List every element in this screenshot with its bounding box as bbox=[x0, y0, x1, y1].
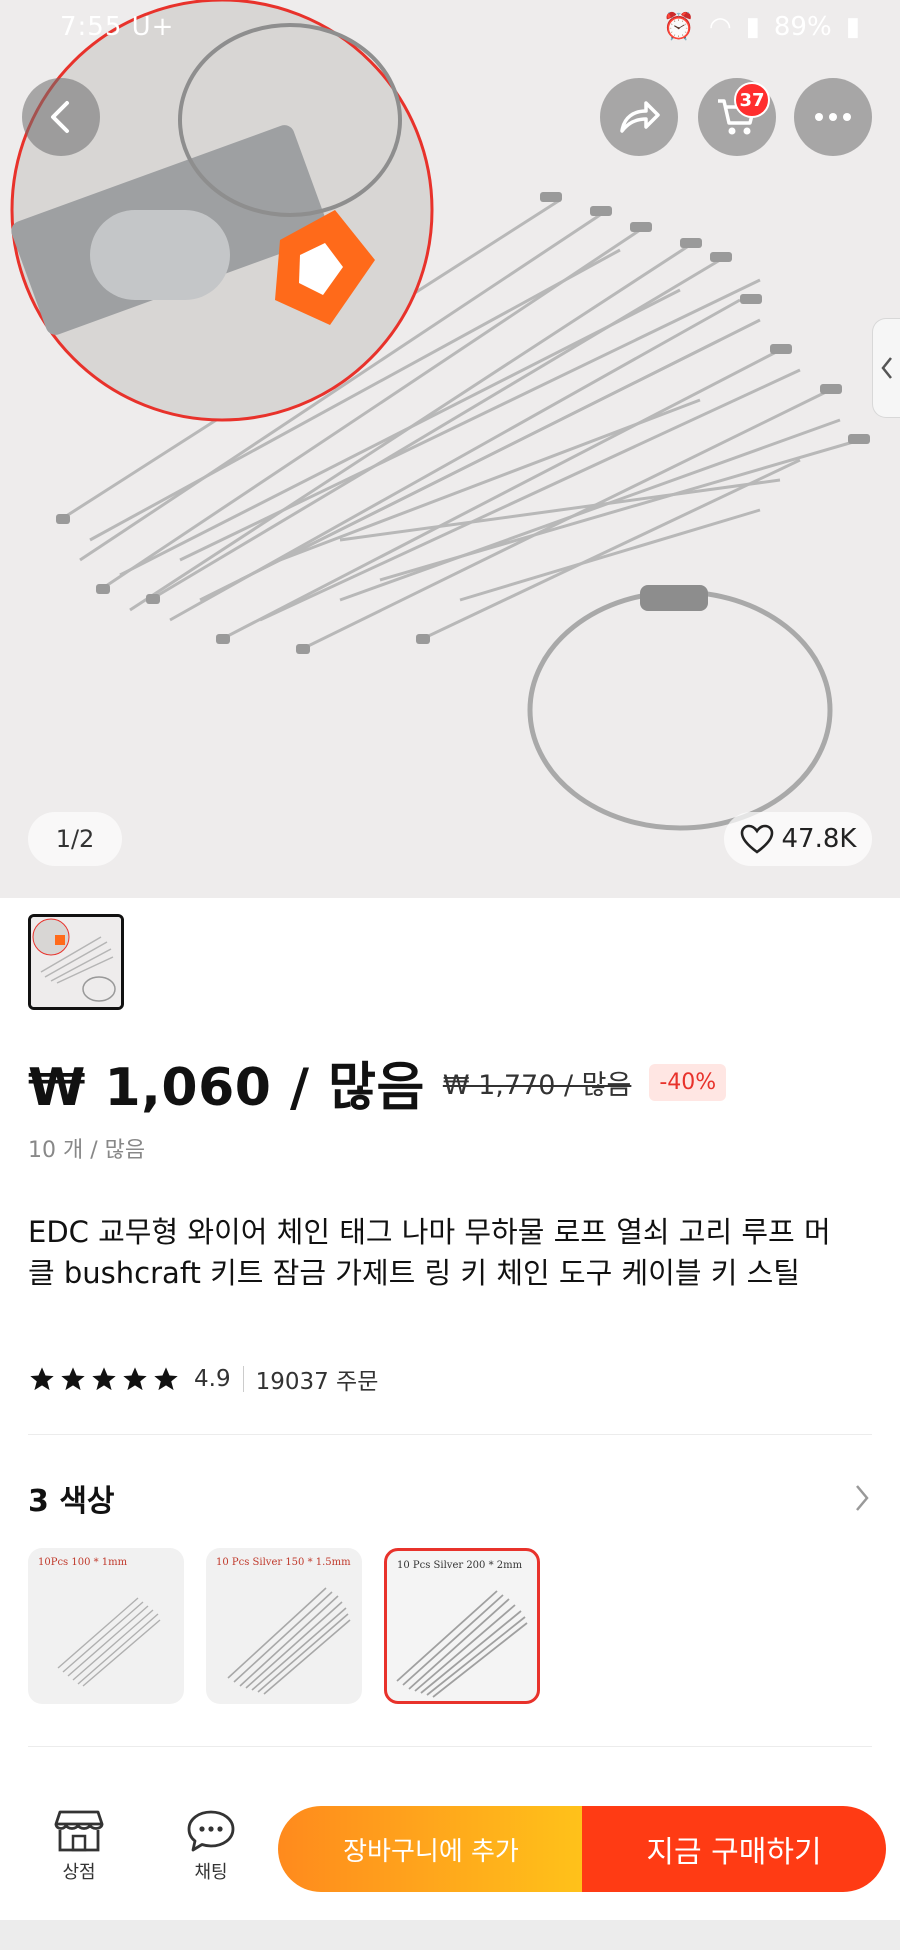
chat-button[interactable]: 채팅 bbox=[166, 1808, 256, 1884]
wishlist-count: 47.8K bbox=[781, 824, 857, 854]
section-divider bbox=[28, 1434, 872, 1435]
variant-option-1[interactable]: 10Pcs 100 * 1mm bbox=[28, 1548, 184, 1704]
product-title: EDC 교무형 와이어 체인 태그 나마 무하물 로프 열쇠 고리 루프 머클 … bbox=[28, 1215, 831, 1290]
status-bar: 7:55 U+ ⏰ ◠ ▮ 89% ▮ bbox=[0, 0, 900, 56]
cart-button[interactable]: 37 bbox=[698, 78, 776, 156]
chat-label: 채팅 bbox=[194, 1862, 228, 1883]
battery-level: 89% bbox=[773, 12, 832, 42]
back-icon bbox=[51, 101, 69, 133]
chevron-left-icon bbox=[880, 357, 892, 379]
side-panel-handle[interactable] bbox=[872, 318, 900, 418]
variant-list: 10Pcs 100 * 1mm 10 Pcs Silver 150 * 1.5m… bbox=[28, 1548, 540, 1704]
variant-image bbox=[57, 1597, 161, 1687]
store-button[interactable]: 상점 bbox=[34, 1808, 124, 1884]
store-label: 상점 bbox=[62, 1862, 96, 1883]
variant-image bbox=[227, 1587, 351, 1695]
unit-note: 10 개 / 많음 bbox=[28, 1138, 146, 1163]
heart-icon bbox=[740, 824, 773, 854]
status-left: 7:55 U+ bbox=[60, 12, 174, 42]
variant-option-3-selected[interactable]: 10 Pcs Silver 200 * 2mm bbox=[384, 1548, 540, 1704]
alarm-icon: ⏰ bbox=[662, 12, 695, 42]
signal-icon: ▮ bbox=[745, 12, 760, 42]
navigation-bar-background bbox=[0, 1920, 900, 1950]
discount-badge: -40% bbox=[649, 1064, 727, 1101]
product-image-gallery[interactable]: 7:55 U+ ⏰ ◠ ▮ 89% ▮ 37 1/2 47.8K bbox=[0, 0, 900, 898]
order-count: 19037 주문 bbox=[255, 1369, 379, 1395]
variant-option-2[interactable]: 10 Pcs Silver 150 * 1.5mm bbox=[206, 1548, 362, 1704]
thumbnail-image bbox=[31, 917, 121, 1007]
rating-value: 4.9 bbox=[194, 1366, 231, 1392]
more-button[interactable] bbox=[794, 78, 872, 156]
status-time: 7:55 bbox=[60, 12, 123, 42]
section-divider bbox=[28, 1746, 872, 1747]
options-header[interactable]: 3 색상 bbox=[28, 1476, 872, 1520]
star-icon bbox=[92, 1367, 116, 1391]
thumbnail-1[interactable] bbox=[28, 914, 124, 1010]
store-icon bbox=[54, 1810, 104, 1852]
chevron-right-icon bbox=[856, 1485, 869, 1511]
star-rating bbox=[28, 1365, 180, 1393]
cart-count-badge: 37 bbox=[734, 82, 770, 118]
star-icon bbox=[61, 1367, 85, 1391]
star-icon bbox=[123, 1367, 147, 1391]
star-icon bbox=[30, 1367, 54, 1391]
chat-icon bbox=[187, 1810, 235, 1852]
price-row: ₩ 1,060 / 많음 ₩ 1,770 / 많음 -40% bbox=[28, 1045, 888, 1120]
rating-separator bbox=[242, 1366, 244, 1392]
wifi-icon: ◠ bbox=[708, 12, 732, 42]
thumbnail-strip bbox=[28, 914, 124, 1010]
wishlist-button[interactable]: 47.8K bbox=[724, 812, 872, 866]
back-button[interactable] bbox=[22, 78, 100, 156]
image-page-indicator: 1/2 bbox=[28, 812, 122, 866]
star-icon bbox=[154, 1367, 178, 1391]
add-to-cart-button[interactable]: 장바구니에 추가 bbox=[278, 1806, 584, 1892]
buy-now-button[interactable]: 지금 구매하기 bbox=[582, 1806, 886, 1892]
original-price: ₩ 1,770 / 많음 bbox=[442, 1070, 632, 1101]
share-icon bbox=[620, 101, 660, 133]
more-icon bbox=[815, 113, 851, 121]
battery-icon: ▮ bbox=[845, 12, 860, 42]
rating-row[interactable]: 4.9 19037 주문 bbox=[28, 1362, 378, 1396]
current-price: ₩ 1,060 / 많음 bbox=[28, 1058, 425, 1118]
options-title: 3 색상 bbox=[28, 1484, 115, 1519]
share-button[interactable] bbox=[600, 78, 678, 156]
variant-image bbox=[396, 1590, 528, 1698]
status-right: ⏰ ◠ ▮ 89% ▮ bbox=[663, 12, 860, 42]
status-carrier: U+ bbox=[131, 12, 175, 42]
